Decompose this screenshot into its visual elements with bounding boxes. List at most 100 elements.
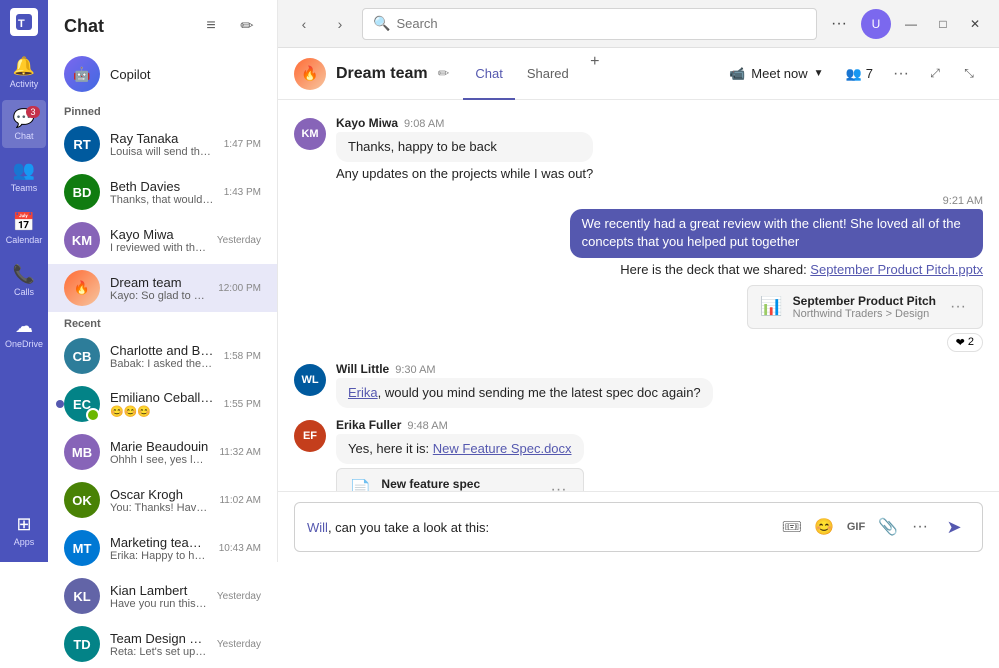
chat-item-name: Dream team (110, 275, 208, 290)
gif-button[interactable]: GIF (842, 513, 870, 541)
new-chat-button[interactable]: ✏ (233, 12, 261, 40)
sidebar-item-apps[interactable]: ⊞ Apps (2, 506, 46, 554)
mention-erika: Erika (348, 385, 378, 400)
minimize-button[interactable]: — (899, 12, 923, 36)
forward-button[interactable]: › (326, 10, 354, 38)
chat-item-emiliano[interactable]: EC Emiliano Ceballos 😊😊😊 1:55 PM (48, 380, 277, 428)
heart-reaction[interactable]: ❤ 2 (947, 333, 983, 352)
message-input-box: Will, can you take a look at this: 🎟 😊 G… (294, 502, 983, 552)
svg-text:T: T (18, 18, 25, 30)
msg-time: 9:08 AM (404, 118, 444, 130)
sidebar-item-onedrive[interactable]: ☁ OneDrive (2, 308, 46, 356)
app-bar: T 🔔 Activity 💬 3 Chat 👥 Teams 📅 Calendar… (0, 0, 48, 562)
more-options-input-button[interactable]: ··· (906, 513, 934, 541)
avatar-kayo: KM (64, 222, 100, 258)
add-tab-button[interactable]: + (581, 48, 609, 76)
participants-button[interactable]: 👥 7 (838, 62, 881, 86)
copilot-item[interactable]: 🤖 Copilot (48, 48, 277, 100)
message-bubble: Yes, here it is: New Feature Spec.docx (336, 434, 584, 464)
chat-item-charlotte[interactable]: CB Charlotte and Babak Babak: I asked th… (48, 332, 277, 380)
chat-item-time: 12:00 PM (218, 283, 261, 294)
chat-item-preview: Have you run this by Beth? Mak... (110, 598, 207, 610)
avatar-charlotte: CB (64, 338, 100, 374)
maximize-button[interactable]: □ (931, 12, 955, 36)
avatar-ray: RT (64, 126, 100, 162)
popout-button[interactable]: ⤢ (921, 60, 949, 88)
chat-item-ray[interactable]: RT Ray Tanaka Louisa will send the initi… (48, 120, 277, 168)
chat-item-beth[interactable]: BD Beth Davies Thanks, that would be nic… (48, 168, 277, 216)
message-input-text: Will, can you take a look at this: (307, 520, 770, 535)
msg-sender: Kayo Miwa (336, 116, 398, 130)
search-input[interactable] (396, 16, 806, 31)
pinned-label: Pinned (48, 100, 277, 120)
chat-item-dream[interactable]: 🔥 Dream team Kayo: So glad to hear that … (48, 264, 277, 312)
sidebar-item-calendar[interactable]: 📅 Calendar (2, 204, 46, 252)
edit-name-icon[interactable]: ✏ (438, 65, 450, 82)
file-more-icon[interactable]: ··· (946, 296, 970, 318)
file-more-icon[interactable]: ··· (547, 479, 571, 491)
chat-item-name: Team Design Template (110, 631, 207, 646)
reaction-count: 2 (968, 336, 974, 348)
sent-bubble: We recently had a great review with the … (570, 209, 983, 257)
chat-item-time: Yesterday (217, 591, 261, 602)
file-name: September Product Pitch (793, 294, 936, 308)
sidebar-item-teams[interactable]: 👥 Teams (2, 152, 46, 200)
msg-sender: Will Little (336, 362, 389, 376)
message-input-area: Will, can you take a look at this: 🎟 😊 G… (278, 491, 999, 562)
chat-item-time: 1:55 PM (224, 399, 261, 410)
avatar-beth: BD (64, 174, 100, 210)
sent-message-group: 9:21 AM We recently had a great review w… (294, 195, 983, 351)
message-bubble: Erika, would you mind sending me the lat… (336, 378, 713, 408)
chat-item-time: 10:43 AM (219, 543, 261, 554)
chat-item-time: 1:58 PM (224, 351, 261, 362)
people-icon: 👥 (846, 66, 862, 82)
chat-item-time: 1:47 PM (224, 139, 261, 150)
more-options-button[interactable]: ··· (825, 10, 853, 38)
search-box: 🔍 (362, 8, 817, 40)
meet-now-button[interactable]: 📹 Meet now ▼ (721, 62, 831, 86)
chat-item-marie[interactable]: MB Marie Beaudouin Ohhh I see, yes let m… (48, 428, 277, 476)
message-group-will: WL Will Little 9:30 AM Erika, would you … (294, 362, 983, 408)
app-logo[interactable]: T (10, 8, 38, 36)
chevron-down-icon: ▼ (814, 68, 824, 79)
tab-shared[interactable]: Shared (515, 48, 581, 100)
copilot-avatar: 🤖 (64, 56, 100, 92)
sidebar-item-activity[interactable]: 🔔 Activity (2, 48, 46, 96)
chat-item-preview: You: Thanks! Have a nice day, I... (110, 502, 209, 514)
close-button[interactable]: ✕ (963, 12, 987, 36)
chat-item-preview: Babak: I asked the client to send... (110, 358, 214, 370)
file-link[interactable]: New Feature Spec.docx (433, 441, 572, 456)
avatar-marie: MB (64, 434, 100, 470)
sidebar-item-chat[interactable]: 💬 3 Chat (2, 100, 46, 148)
activity-icon: 🔔 (13, 56, 35, 77)
chat-item-oscar[interactable]: OK Oscar Krogh You: Thanks! Have a nice … (48, 476, 277, 524)
user-avatar[interactable]: U (861, 9, 891, 39)
sidebar-item-calls[interactable]: 📞 Calls (2, 256, 46, 304)
chat-item-preview: 😊😊😊 (110, 405, 214, 418)
tab-chat[interactable]: Chat (463, 48, 514, 100)
chat-item-name: Charlotte and Babak (110, 343, 214, 358)
chat-item-teamdesign[interactable]: TD Team Design Template Reta: Let's set … (48, 620, 277, 668)
chat-item-preview: Thanks, that would be nice. (110, 194, 214, 206)
chat-item-time: Yesterday (217, 235, 261, 246)
file-link[interactable]: September Product Pitch.pptx (810, 262, 983, 277)
emoji-button[interactable]: 😊 (810, 513, 838, 541)
more-actions-button[interactable]: ··· (887, 60, 915, 88)
attach-button[interactable]: 📎 (874, 513, 902, 541)
chat-item-preview: Kayo: So glad to hear that the r... (110, 290, 208, 302)
avatar-dream: 🔥 (64, 270, 100, 306)
back-button[interactable]: ‹ (290, 10, 318, 38)
input-mention: Will (307, 520, 328, 535)
chat-item-kayo[interactable]: KM Kayo Miwa I reviewed with the client … (48, 216, 277, 264)
chat-item-kian[interactable]: KL Kian Lambert Have you run this by Bet… (48, 572, 277, 620)
calls-icon: 📞 (13, 264, 35, 285)
avatar: WL (294, 364, 326, 396)
avatar-teamdesign: TD (64, 626, 100, 662)
sticker-button[interactable]: 🎟 (778, 513, 806, 541)
send-button[interactable]: ➤ (938, 511, 970, 543)
group-avatar: 🔥 (294, 58, 326, 90)
collapse-button[interactable]: ⤡ (955, 60, 983, 88)
chat-item-marketing[interactable]: MT Marketing team sync Erika: Happy to h… (48, 524, 277, 572)
msg-time: 9:48 AM (407, 420, 447, 432)
filter-button[interactable]: ≡ (197, 12, 225, 40)
